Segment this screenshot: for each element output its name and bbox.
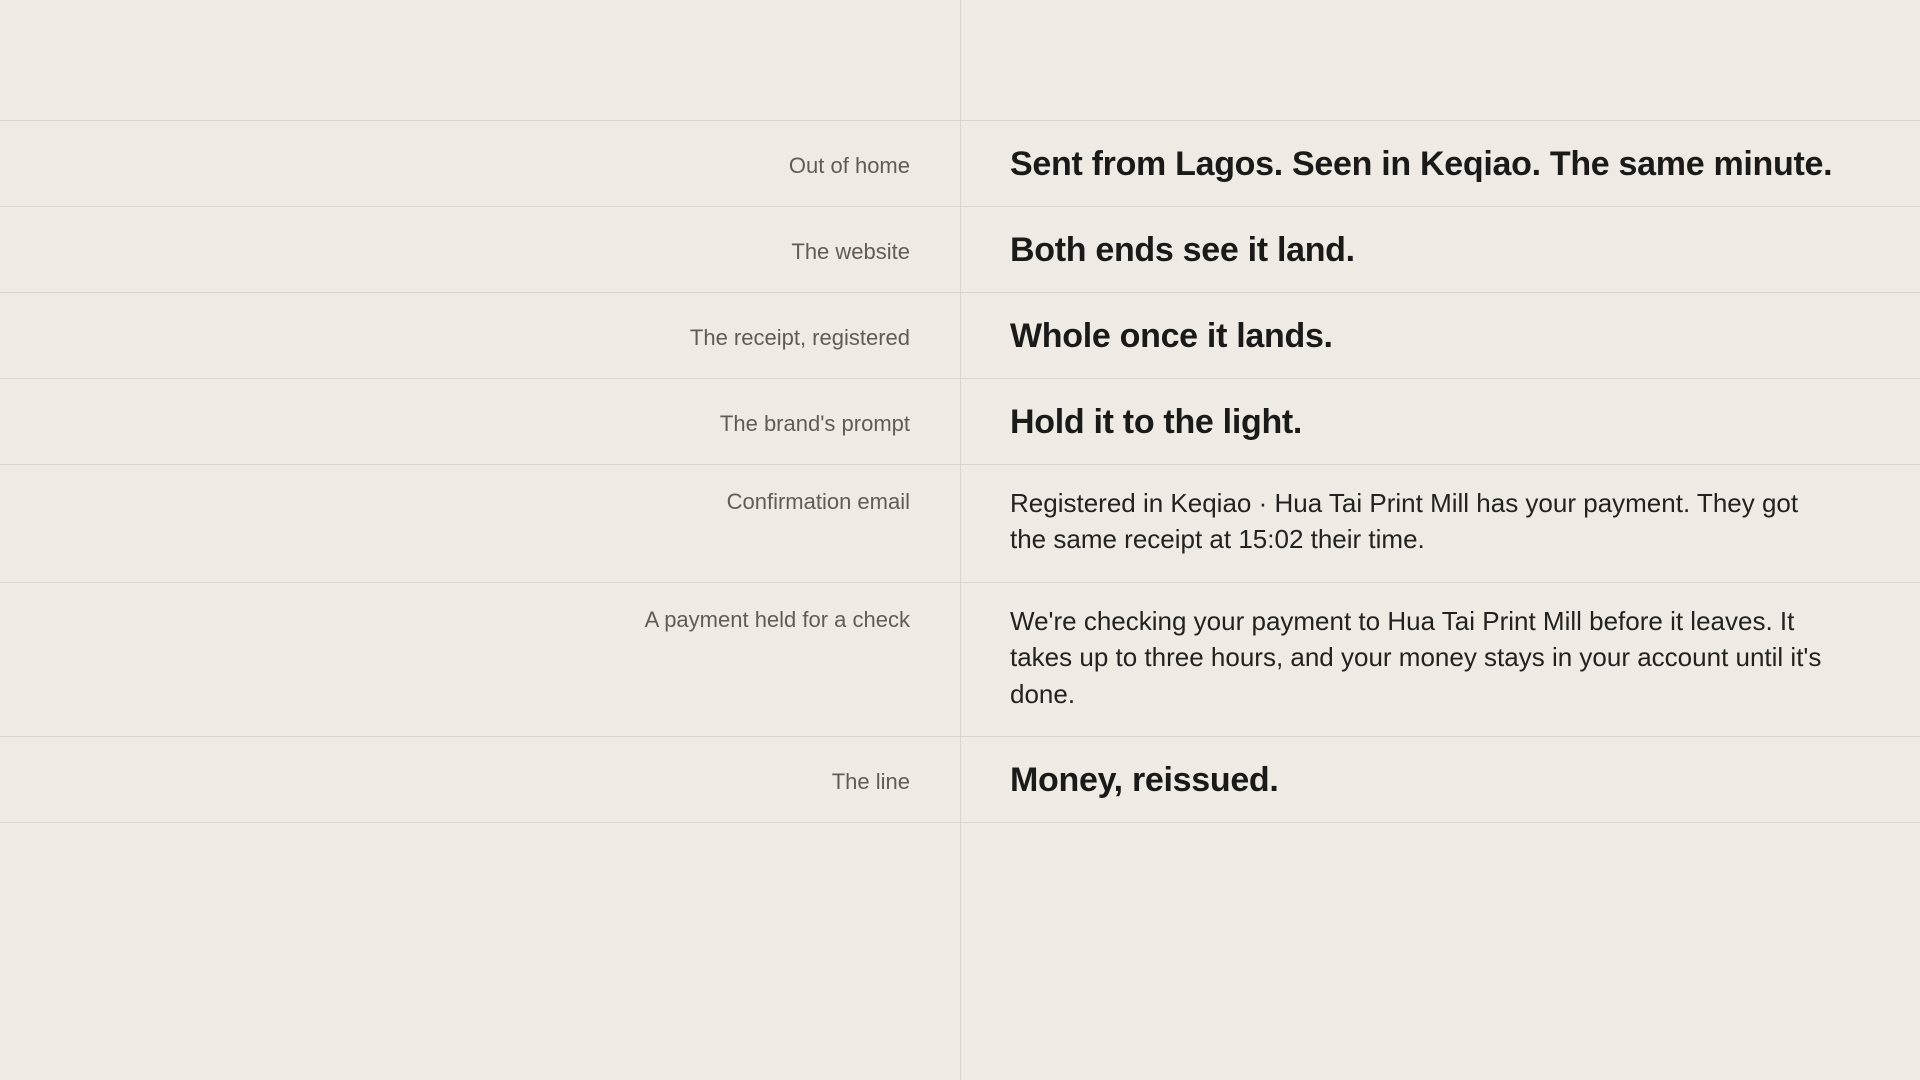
row-value: Sent from Lagos. Seen in Keqiao. The sam… xyxy=(1010,145,1833,183)
row-label: The brand's prompt xyxy=(719,411,910,436)
copy-table: Out of home Sent from Lagos. Seen in Keq… xyxy=(0,120,1920,823)
table-row-payment-held: A payment held for a check We're checkin… xyxy=(0,583,1920,737)
row-value: We're checking your payment to Hua Tai P… xyxy=(1010,605,1822,709)
row-label: A payment held for a check xyxy=(644,606,910,632)
row-value: Registered in Keqiao · Hua Tai Print Mil… xyxy=(1010,488,1799,555)
row-value: Hold it to the light. xyxy=(1010,403,1303,441)
row-label: The website xyxy=(791,239,910,264)
table-row-confirmation-email: Confirmation email Registered in Keqiao … xyxy=(0,465,1920,583)
row-value: Whole once it lands. xyxy=(1010,317,1333,355)
table-row-out-of-home: Out of home Sent from Lagos. Seen in Keq… xyxy=(0,121,1920,207)
row-value: Money, reissued. xyxy=(1010,760,1279,799)
row-label: Confirmation email xyxy=(726,489,910,514)
row-label: The receipt, registered xyxy=(689,325,910,350)
table-row-the-line: The line Money, reissued. xyxy=(0,737,1920,823)
table-row-receipt: The receipt, registered Whole once it la… xyxy=(0,293,1920,379)
row-label: The line xyxy=(831,768,910,794)
table-row-website: The website Both ends see it land. xyxy=(0,207,1920,293)
table-row-brand-prompt: The brand's prompt Hold it to the light. xyxy=(0,379,1920,465)
row-label: Out of home xyxy=(788,153,910,178)
row-value: Both ends see it land. xyxy=(1010,231,1355,269)
